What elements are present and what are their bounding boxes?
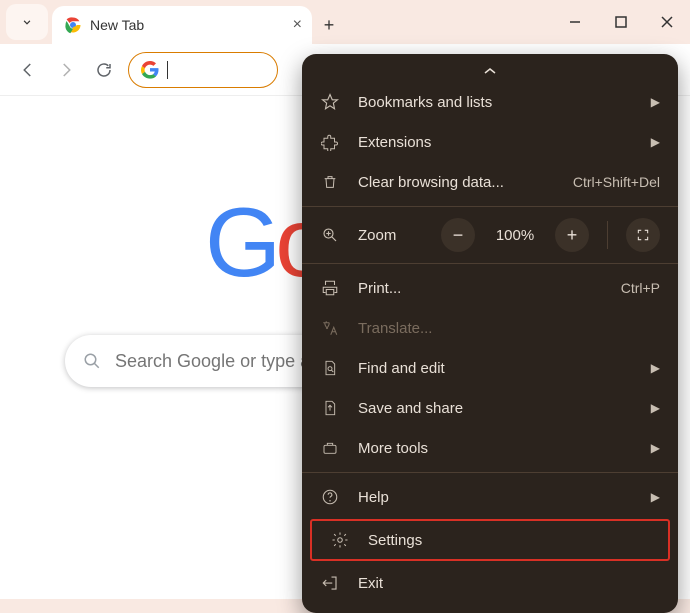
minimize-icon	[569, 16, 581, 28]
menu-separator	[302, 206, 678, 207]
menu-zoom-row: Zoom − 100% +	[302, 211, 678, 259]
submenu-indicator: ▶	[651, 401, 660, 415]
menu-print[interactable]: Print... Ctrl+P	[302, 268, 678, 308]
submenu-indicator: ▶	[651, 441, 660, 455]
reload-icon	[95, 61, 113, 79]
gear-icon	[330, 531, 350, 549]
menu-separator	[302, 263, 678, 264]
tab-title: New Tab	[90, 17, 285, 33]
menu-clear-data[interactable]: Clear browsing data... Ctrl+Shift+Del	[302, 162, 678, 202]
overflow-menu: Bookmarks and lists ▶ Extensions ▶ Clear…	[302, 54, 678, 613]
menu-accelerator: Ctrl+Shift+Del	[573, 174, 660, 190]
menu-separator	[302, 472, 678, 473]
menu-label: Zoom	[358, 227, 423, 244]
chevron-down-icon	[20, 15, 34, 29]
menu-settings[interactable]: Settings	[310, 519, 670, 561]
window-controls	[552, 0, 690, 44]
menu-translate: Translate...	[302, 308, 678, 348]
star-icon	[320, 93, 340, 111]
menu-accelerator: Ctrl+P	[621, 280, 660, 296]
menu-label: Print...	[358, 280, 603, 297]
submenu-indicator: ▶	[651, 490, 660, 504]
fullscreen-icon	[636, 228, 650, 242]
menu-bookmarks[interactable]: Bookmarks and lists ▶	[302, 82, 678, 122]
extensions-icon	[320, 133, 340, 151]
submenu-indicator: ▶	[651, 95, 660, 109]
toolbox-icon	[320, 440, 340, 456]
titlebar: New Tab × +	[0, 0, 690, 44]
find-icon	[320, 359, 340, 377]
minimize-button[interactable]	[552, 0, 598, 44]
forward-button[interactable]	[52, 56, 80, 84]
close-window-button[interactable]	[644, 0, 690, 44]
zoom-out-button[interactable]: −	[441, 218, 475, 252]
menu-label: More tools	[358, 440, 633, 457]
close-tab-button[interactable]: ×	[293, 16, 302, 34]
back-button[interactable]	[14, 56, 42, 84]
menu-help[interactable]: Help ▶	[302, 477, 678, 517]
search-icon	[83, 352, 101, 370]
arrow-left-icon	[19, 61, 37, 79]
fullscreen-button[interactable]	[626, 218, 660, 252]
menu-collapse-caret[interactable]	[302, 60, 678, 82]
submenu-indicator: ▶	[651, 361, 660, 375]
zoom-in-button[interactable]: +	[555, 218, 589, 252]
translate-icon	[320, 319, 340, 337]
zoom-percentage: 100%	[493, 227, 537, 244]
menu-label: Clear browsing data...	[358, 174, 555, 191]
menu-label: Bookmarks and lists	[358, 94, 633, 111]
submenu-indicator: ▶	[651, 135, 660, 149]
menu-label: Settings	[368, 532, 650, 549]
tab[interactable]: New Tab ×	[52, 6, 312, 44]
menu-label: Save and share	[358, 400, 633, 417]
menu-label: Exit	[358, 575, 660, 592]
tab-search-button[interactable]	[6, 4, 48, 40]
maximize-icon	[615, 16, 627, 28]
google-g-icon	[141, 61, 159, 79]
share-icon	[320, 399, 340, 417]
zoom-icon	[320, 226, 340, 244]
menu-save-share[interactable]: Save and share ▶	[302, 388, 678, 428]
reload-button[interactable]	[90, 56, 118, 84]
help-icon	[320, 488, 340, 506]
menu-find-edit[interactable]: Find and edit ▶	[302, 348, 678, 388]
menu-exit[interactable]: Exit	[302, 563, 678, 603]
exit-icon	[320, 574, 340, 592]
maximize-button[interactable]	[598, 0, 644, 44]
divider	[607, 221, 608, 249]
text-cursor	[167, 61, 168, 79]
print-icon	[320, 279, 340, 297]
caret-up-icon	[484, 67, 496, 75]
menu-label: Translate...	[358, 320, 660, 337]
omnibox[interactable]	[128, 52, 278, 88]
menu-label: Extensions	[358, 134, 633, 151]
close-icon	[660, 15, 674, 29]
new-tab-button[interactable]: +	[312, 6, 346, 44]
menu-more-tools[interactable]: More tools ▶	[302, 428, 678, 468]
menu-extensions[interactable]: Extensions ▶	[302, 122, 678, 162]
menu-label: Find and edit	[358, 360, 633, 377]
menu-label: Help	[358, 489, 633, 506]
chrome-icon	[64, 16, 82, 34]
arrow-right-icon	[57, 61, 75, 79]
trash-icon	[320, 174, 340, 190]
